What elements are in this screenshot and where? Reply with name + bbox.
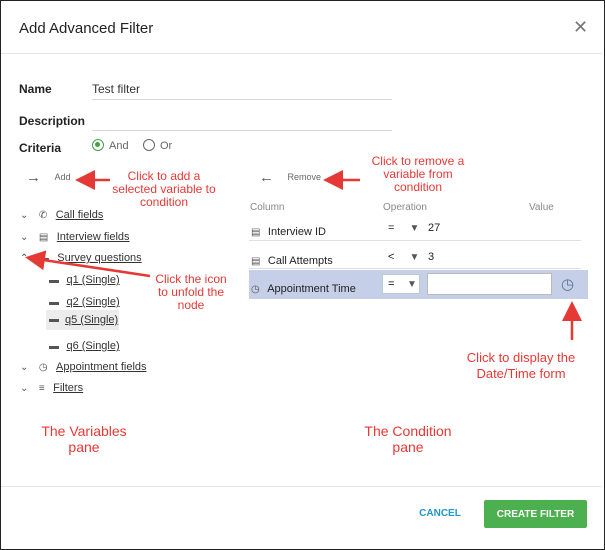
condition-pane-label: The Condition pane xyxy=(364,423,452,455)
footer-divider xyxy=(1,486,602,487)
annotation-arrows xyxy=(25,170,582,340)
datetime-annotation: Click to display the Date/Time form xyxy=(466,350,576,381)
create-filter-button[interactable]: CREATE FILTER xyxy=(484,500,587,528)
unfold-arrow xyxy=(25,250,151,278)
create-filter-label: CREATE FILTER xyxy=(496,508,575,520)
add-annotation: Click to add a selected variable to cond… xyxy=(112,169,216,209)
remove-annotation: Click to remove a variable from conditio… xyxy=(371,154,465,194)
variables-pane-label: The Variables pane xyxy=(41,423,127,455)
cancel-button[interactable]: CANCEL xyxy=(414,508,466,524)
unfold-annotation: Click the icon to unfold the node xyxy=(155,272,227,312)
